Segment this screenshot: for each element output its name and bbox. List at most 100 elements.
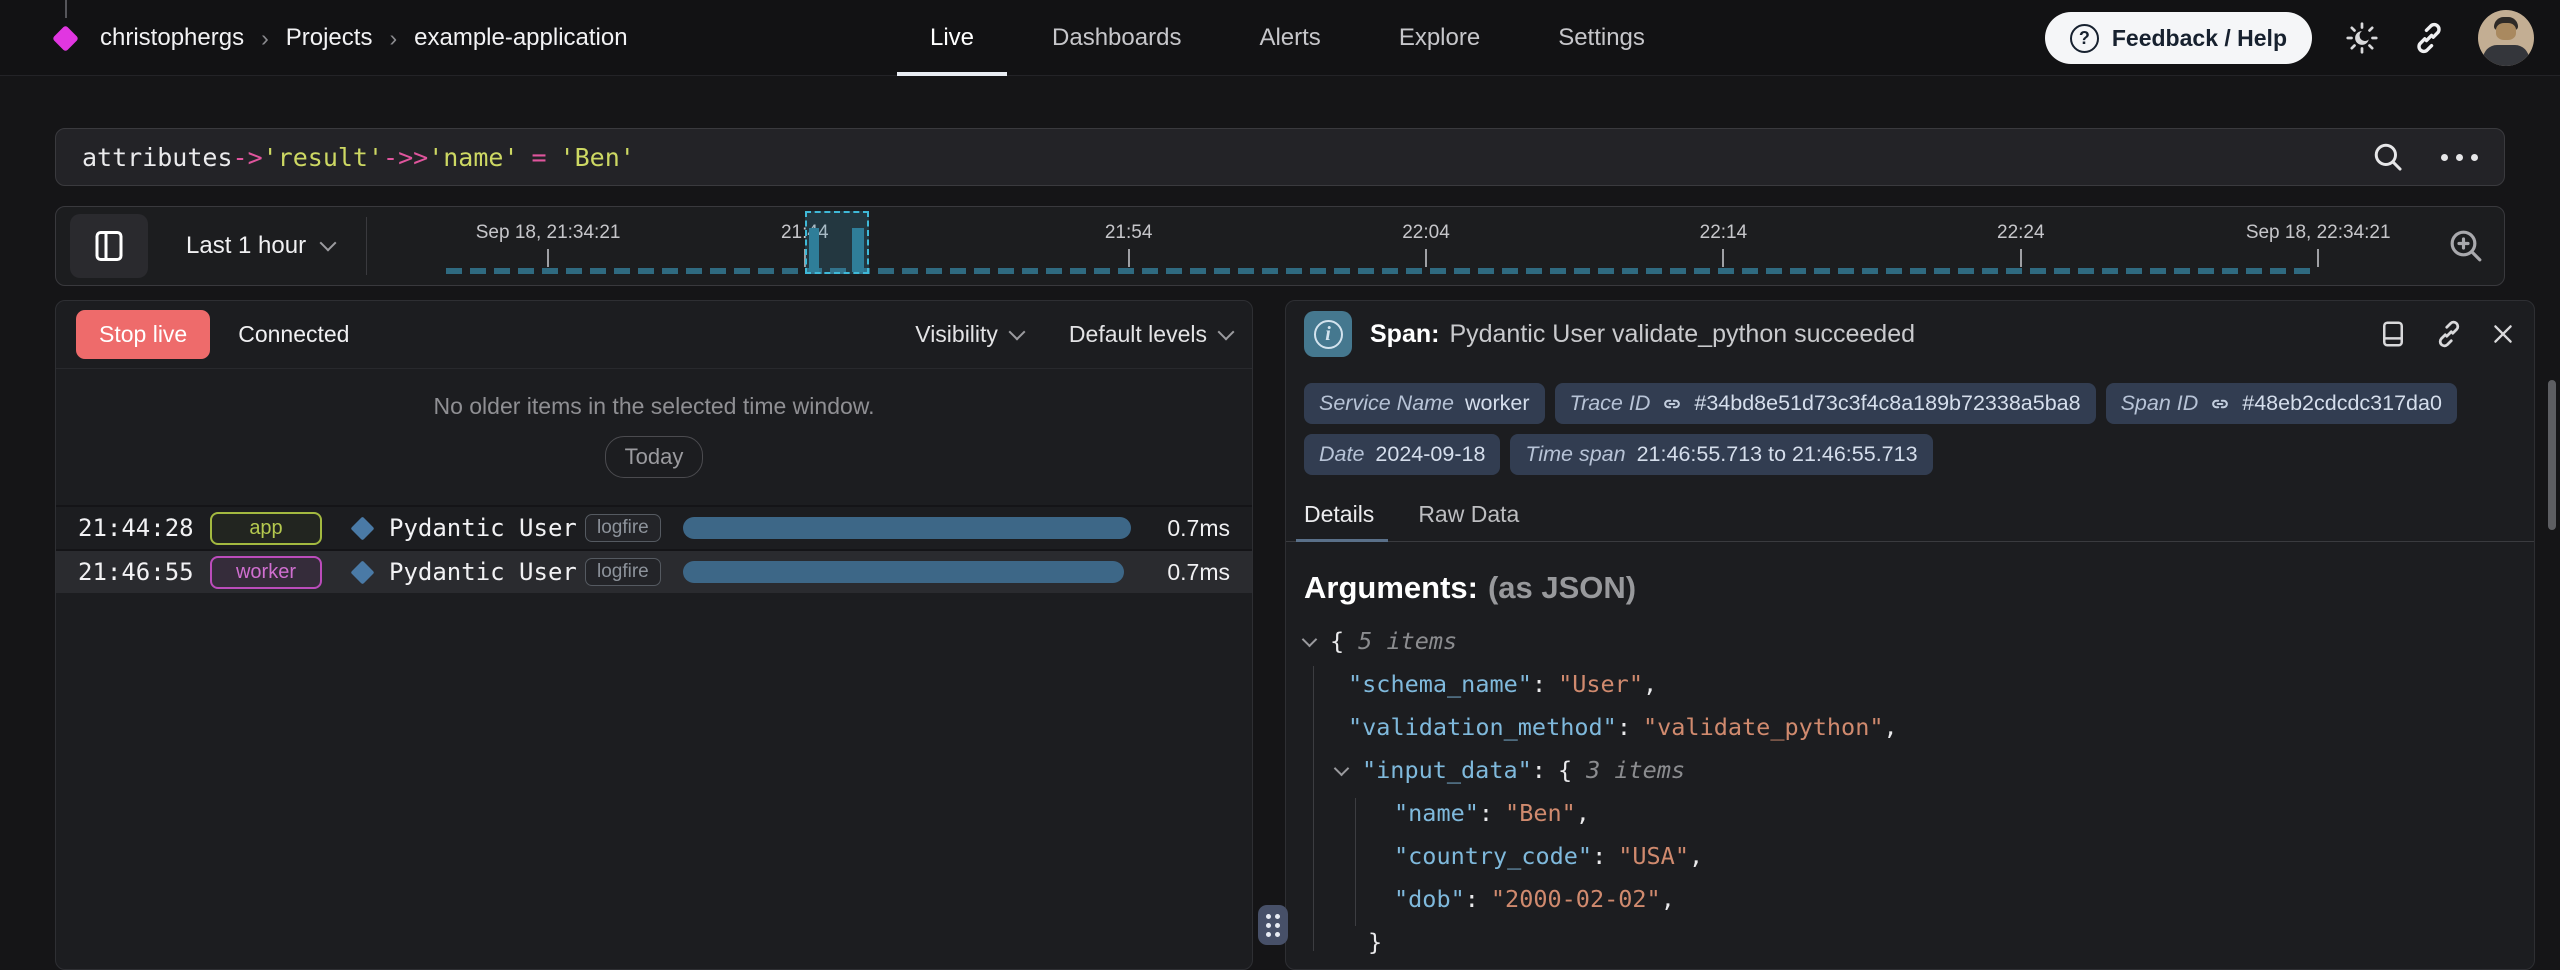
live-view-panel: Stop live Connected Visibility Default l… — [55, 300, 1253, 970]
span-diamond-icon — [350, 560, 374, 584]
close-icon[interactable] — [2490, 321, 2516, 347]
question-circle-icon: ? — [2070, 24, 2099, 53]
service-badge: worker — [210, 556, 322, 589]
log-rows: 21:44:28 app Pydantic User logfire 0.7ms… — [56, 505, 1252, 593]
query-actions — [2371, 140, 2478, 174]
main-tabs: Live Dashboards Alerts Explore Settings — [930, 0, 1645, 76]
avatar-face — [2496, 23, 2516, 40]
json-viewer: {5 items "schema_name":"User", "validati… — [1286, 620, 2534, 964]
meta-label: Trace ID — [1570, 391, 1651, 416]
meta-label: Service Name — [1319, 391, 1454, 416]
search-icon[interactable] — [2371, 140, 2405, 174]
query-value: 'Ben' — [560, 143, 635, 172]
link-icon[interactable] — [1661, 393, 1683, 415]
sidebar-toggle-button[interactable] — [70, 214, 148, 278]
meta-value: worker — [1465, 391, 1530, 416]
split-view-icon[interactable] — [2378, 319, 2408, 349]
scrollbar-thumb[interactable] — [2548, 380, 2556, 530]
default-levels-dropdown[interactable]: Default levels — [1069, 321, 1232, 348]
span-id-badge: Span ID #48eb2cdcdc317da0 — [2106, 383, 2457, 424]
json-line: "validation_method":"validate_python", — [1304, 706, 2516, 749]
json-value: "USA" — [1618, 842, 1689, 870]
timeline-tick-label: 22:14 — [1700, 222, 1748, 244]
breadcrumb: christophergs › Projects › example-appli… — [100, 0, 628, 76]
panel-resize-handle[interactable] — [1258, 905, 1288, 945]
tick-mark — [1128, 249, 1130, 267]
json-line: "country_code":"USA", — [1304, 835, 2516, 878]
query-field: attributes — [82, 143, 233, 172]
feedback-help-button[interactable]: ? Feedback / Help — [2045, 12, 2312, 64]
arguments-suffix: (as JSON) — [1488, 570, 1636, 605]
json-line: "input_data":{3 items — [1304, 749, 2516, 792]
chevron-right-icon: › — [261, 25, 269, 52]
timeline-selection[interactable] — [805, 211, 869, 274]
span-name: Pydantic User — [389, 558, 585, 586]
logo-pin — [65, 0, 67, 18]
time-range-dropdown[interactable]: Last 1 hour — [186, 232, 334, 260]
span-diamond-icon — [350, 516, 374, 540]
json-comma: , — [1576, 799, 1590, 827]
breadcrumb-project[interactable]: example-application — [414, 24, 627, 52]
meta-label: Span ID — [2121, 391, 2199, 416]
json-key: "schema_name" — [1348, 670, 1532, 698]
timeline-end-label: Sep 18, 22:34:21 — [2246, 222, 2391, 244]
service-name-badge: Service Name worker — [1304, 383, 1545, 424]
json-comma: , — [1884, 713, 1898, 741]
span-kind-label: Span: — [1370, 320, 1439, 348]
share-link-icon[interactable] — [2412, 21, 2446, 55]
zoom-in-icon[interactable] — [2446, 226, 2486, 266]
log-row[interactable]: 21:44:28 app Pydantic User logfire 0.7ms — [56, 505, 1252, 549]
user-avatar[interactable] — [2478, 10, 2534, 66]
more-options-icon[interactable] — [2441, 154, 2478, 161]
json-key: "validation_method" — [1348, 713, 1617, 741]
theme-toggle-icon[interactable] — [2344, 20, 2380, 56]
meta-value: #34bd8e51d73c3f4c8a189b72338a5ba8 — [1694, 391, 2080, 416]
log-row-selected[interactable]: 21:46:55 worker Pydantic User logfire 0.… — [56, 549, 1252, 593]
time-range-bar: Last 1 hour Sep 18, 21:34:21 21:44 21:54… — [55, 206, 2505, 286]
histogram-bar — [809, 228, 819, 272]
live-panel-header: Stop live Connected Visibility Default l… — [56, 301, 1252, 369]
log-time: 21:46:55 — [78, 558, 210, 586]
json-line: "name":"Ben", — [1304, 792, 2516, 835]
timeline-activity-dashes — [446, 268, 2310, 274]
link-icon[interactable] — [2209, 393, 2231, 415]
chevron-down-icon — [1008, 323, 1025, 340]
tab-live[interactable]: Live — [930, 0, 974, 76]
logfire-logo-icon[interactable] — [52, 25, 79, 52]
indent-guide — [1313, 666, 1314, 951]
timeline[interactable]: Sep 18, 21:34:21 21:44 21:54 22:04 22:14… — [381, 207, 2418, 285]
json-colon: : — [1592, 842, 1606, 870]
tick-mark — [2317, 249, 2319, 267]
json-key: "dob" — [1394, 885, 1465, 913]
arguments-heading: Arguments:(as JSON) — [1304, 570, 2516, 606]
trace-id-badge: Trace ID #34bd8e51d73c3f4c8a189b72338a5b… — [1555, 383, 2096, 424]
tab-details[interactable]: Details — [1304, 501, 1374, 541]
collapse-caret-icon[interactable] — [1302, 632, 1318, 648]
top-nav: christophergs › Projects › example-appli… — [0, 0, 2560, 76]
query-input[interactable]: attributes->'result'->>'name'='Ben' — [55, 128, 2505, 186]
json-comma: , — [1689, 842, 1703, 870]
breadcrumb-org[interactable]: christophergs — [100, 24, 244, 52]
nav-actions: ? Feedback / Help — [2045, 0, 2534, 76]
histogram-bar — [852, 228, 864, 272]
tab-dashboards[interactable]: Dashboards — [1052, 0, 1181, 76]
json-colon: : — [1479, 799, 1493, 827]
timeline-tick-label: 22:24 — [1997, 222, 2045, 244]
permalink-icon[interactable] — [2434, 319, 2464, 349]
info-icon: i — [1304, 311, 1352, 357]
tab-raw-data[interactable]: Raw Data — [1418, 501, 1519, 541]
avatar-torso — [2483, 45, 2529, 66]
breadcrumb-projects[interactable]: Projects — [286, 24, 373, 52]
json-line: } — [1304, 921, 2516, 964]
duration-label: 0.7ms — [1167, 559, 1230, 586]
span-title: Span:Pydantic User validate_python succe… — [1370, 320, 1915, 349]
json-root-line: {5 items — [1304, 620, 2516, 663]
today-button[interactable]: Today — [605, 436, 704, 478]
tab-settings[interactable]: Settings — [1558, 0, 1645, 76]
chevron-down-icon — [1218, 323, 1235, 340]
tab-explore[interactable]: Explore — [1399, 0, 1480, 76]
stop-live-button[interactable]: Stop live — [76, 310, 210, 359]
visibility-dropdown[interactable]: Visibility — [915, 321, 1023, 348]
collapse-caret-icon[interactable] — [1334, 761, 1350, 777]
tab-alerts[interactable]: Alerts — [1259, 0, 1320, 76]
